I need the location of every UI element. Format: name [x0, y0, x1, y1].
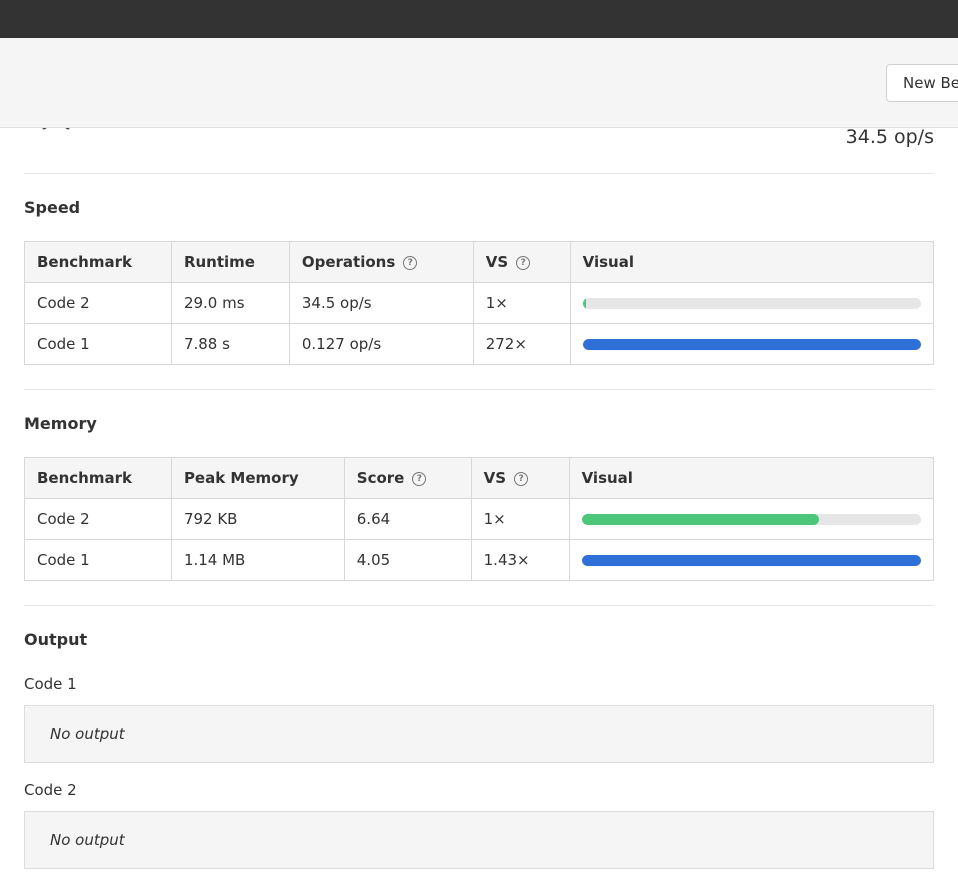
table-row: Code 1 7.88 s 0.127 op/s 272× — [24, 323, 935, 365]
header-operations-label: Operations — [301, 253, 396, 271]
header-benchmark: Benchmark — [24, 457, 172, 499]
header-visual: Visual — [569, 241, 935, 283]
cell-peak-memory: 792 KB — [170, 498, 345, 540]
cell-visual — [568, 539, 935, 581]
memory-bar-fill — [581, 513, 820, 525]
header-vs-label: VS — [485, 253, 509, 271]
cell-runtime: 7.88 s — [170, 323, 290, 365]
cell-runtime: 29.0 ms — [170, 282, 290, 324]
speed-bar — [582, 297, 921, 309]
header-vs-label: VS — [483, 469, 507, 487]
summary-operations: 34.5 op/s — [845, 126, 934, 148]
output-label-code-2: Code 2 — [24, 781, 77, 799]
table-row: Code 2 29.0 ms 34.5 op/s 1× — [24, 282, 935, 324]
table-row: Code 2 792 KB 6.64 1× — [24, 498, 935, 540]
top-bar — [0, 0, 958, 38]
output-box-code-2: No output — [24, 811, 934, 869]
output-label-code-1: Code 1 — [24, 675, 77, 693]
memory-section-title: Memory — [24, 414, 97, 433]
header-score-label: Score — [356, 469, 405, 487]
header-operations: Operations? — [288, 241, 474, 283]
cell-vs: 1× — [472, 282, 571, 324]
cell-peak-memory: 1.14 MB — [170, 539, 345, 581]
header-peak-memory: Peak Memory — [170, 457, 345, 499]
memory-table-header: Benchmark Peak Memory Score? VS? Visual — [24, 457, 935, 499]
memory-bar — [581, 513, 921, 525]
help-icon[interactable]: ? — [403, 255, 418, 270]
cell-operations: 34.5 op/s — [288, 282, 474, 324]
speed-section-title: Speed — [24, 198, 81, 217]
output-box-code-1: No output — [24, 705, 934, 763]
speed-bar — [582, 338, 921, 350]
memory-bar-fill — [581, 554, 921, 566]
cell-benchmark: Code 1 — [24, 323, 172, 365]
cell-benchmark: Code 2 — [24, 498, 172, 540]
memory-table: Benchmark Peak Memory Score? VS? Visual … — [24, 457, 935, 581]
speed-table-header: Benchmark Runtime Operations? VS? Visual — [24, 241, 935, 283]
cell-score: 6.64 — [343, 498, 472, 540]
header-benchmark: Benchmark — [24, 241, 172, 283]
cell-visual — [569, 323, 935, 365]
speed-bar-fill — [582, 338, 921, 350]
cell-benchmark: Code 2 — [24, 282, 172, 324]
cell-visual — [568, 498, 935, 540]
memory-bar — [581, 554, 921, 566]
cell-visual — [569, 282, 935, 324]
speed-table: Benchmark Runtime Operations? VS? Visual… — [24, 241, 935, 365]
toolbar: New Be — [0, 38, 958, 128]
help-icon[interactable]: ? — [516, 255, 531, 270]
cell-score: 4.05 — [343, 539, 472, 581]
divider — [24, 173, 934, 174]
header-score: Score? — [343, 457, 472, 499]
help-icon[interactable]: ? — [412, 471, 427, 486]
header-vs: VS? — [470, 457, 570, 499]
header-vs: VS? — [472, 241, 571, 283]
speed-bar-fill — [582, 297, 587, 309]
divider — [24, 389, 934, 390]
table-row: Code 1 1.14 MB 4.05 1.43× — [24, 539, 935, 581]
new-benchmark-button[interactable]: New Be — [886, 64, 958, 102]
divider — [24, 605, 934, 606]
help-icon[interactable]: ? — [514, 471, 529, 486]
cell-benchmark: Code 1 — [24, 539, 172, 581]
header-visual: Visual — [568, 457, 935, 499]
cell-vs: 1× — [470, 498, 570, 540]
header-runtime: Runtime — [170, 241, 290, 283]
cell-vs: 272× — [472, 323, 571, 365]
output-section-title: Output — [24, 630, 88, 649]
cell-operations: 0.127 op/s — [288, 323, 474, 365]
cell-vs: 1.43× — [470, 539, 570, 581]
